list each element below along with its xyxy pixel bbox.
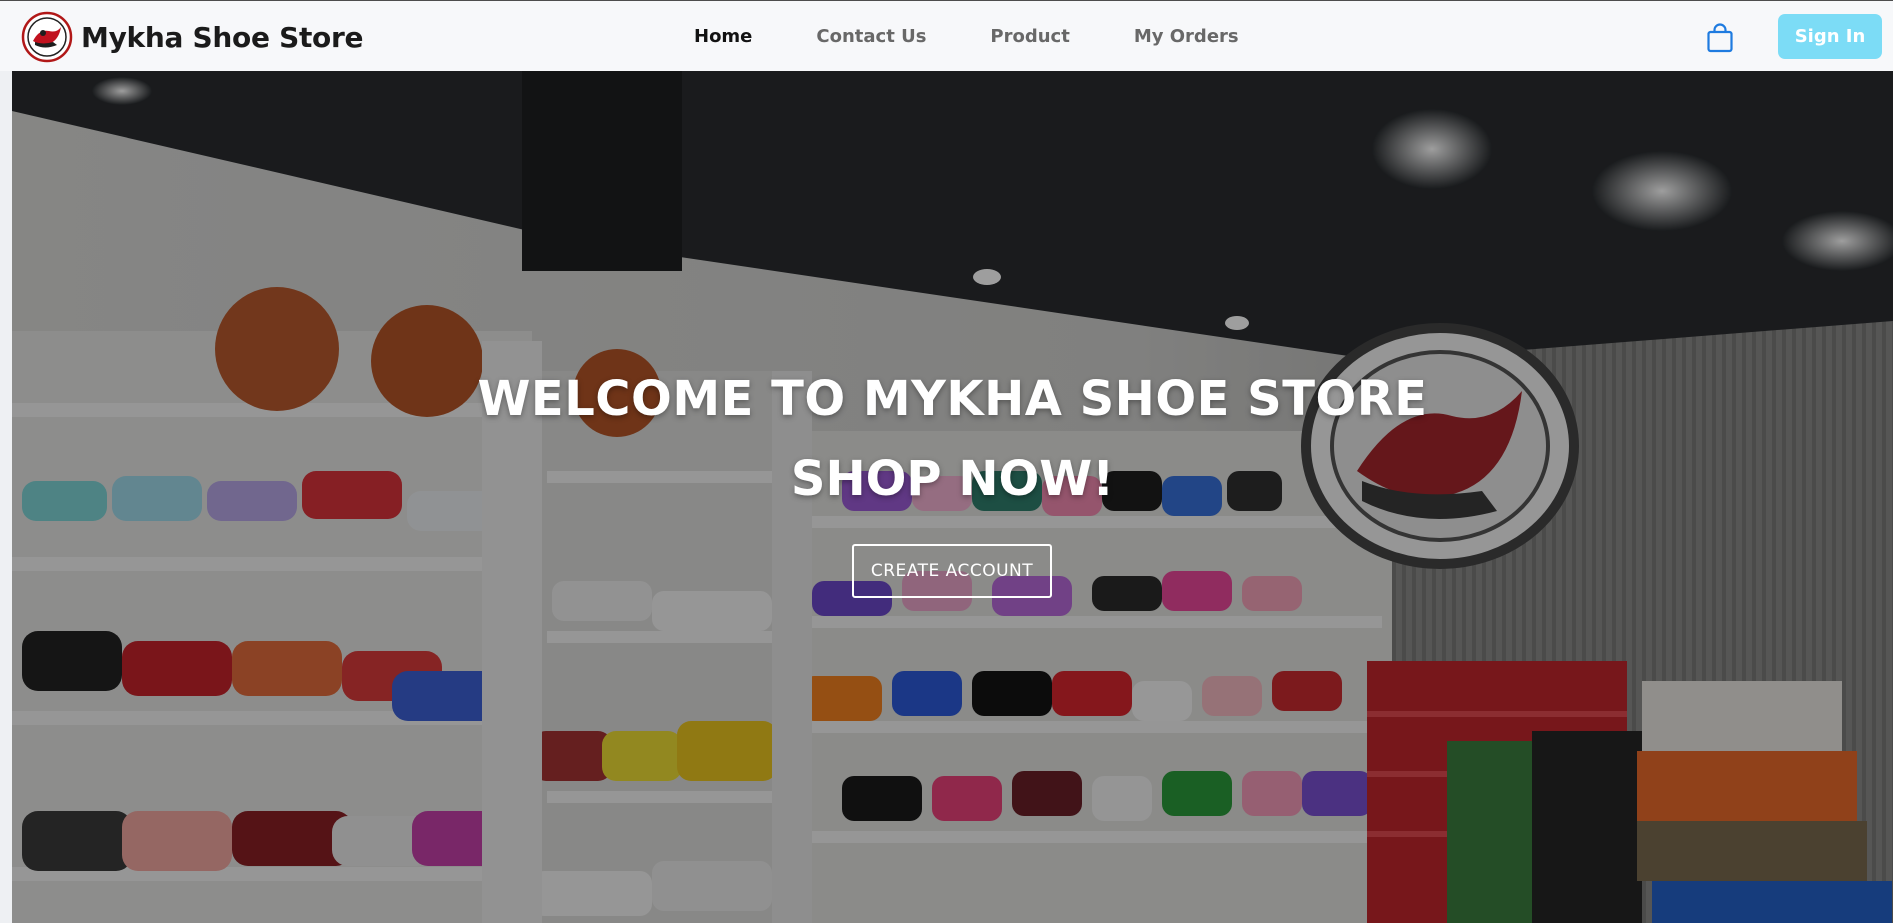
left-edge-strip [0,71,12,923]
cart-button[interactable] [1704,22,1736,54]
navbar: Mykha Shoe Store Home Contact Us Product… [0,1,1893,71]
hero-title: WELCOME TO MYKHA SHOE STORE [477,371,1428,427]
nav-links: Home Contact Us Product My Orders [694,25,1303,51]
create-account-button[interactable]: CREATE ACCOUNT [852,544,1052,598]
brand-name: Mykha Shoe Store [81,20,364,54]
shopping-bag-icon [1707,23,1733,53]
nav-orders-link[interactable]: My Orders [1134,25,1239,51]
nav-home-link[interactable]: Home [694,25,752,51]
nav-contact-link[interactable]: Contact Us [816,25,926,51]
brand-link[interactable]: Mykha Shoe Store [21,11,363,63]
brand-logo-icon [21,11,73,63]
sign-in-button[interactable]: Sign In [1778,14,1882,59]
hero-subtitle: SHOP NOW! [790,451,1115,507]
hero-banner: WELCOME TO MYKHA SHOE STORE SHOP NOW! CR… [12,71,1893,923]
nav-product-link[interactable]: Product [990,25,1069,51]
hero-content: WELCOME TO MYKHA SHOE STORE SHOP NOW! CR… [12,71,1893,923]
page: Mykha Shoe Store Home Contact Us Product… [0,0,1893,923]
